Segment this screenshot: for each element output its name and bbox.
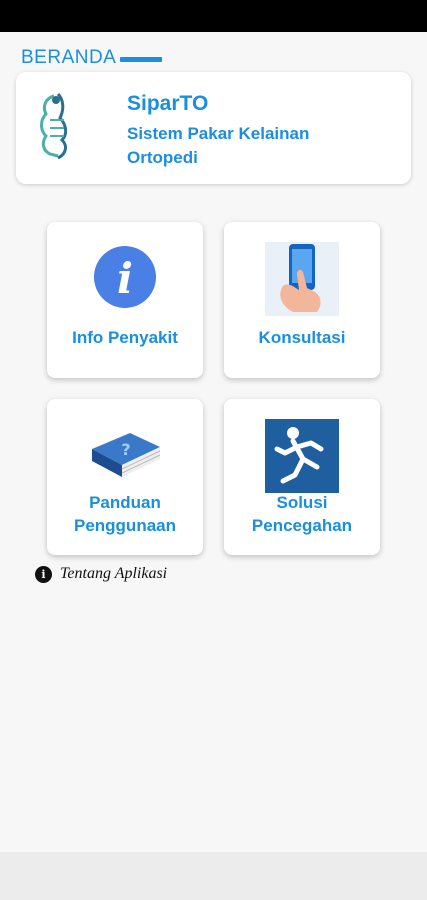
app-subtitle: Sistem Pakar Kelainan Ortopedi: [127, 124, 310, 167]
help-book-icon: ?: [92, 433, 161, 477]
phone-tap-icon: [265, 242, 339, 316]
solusi-pencegahan-label: Solusi Pencegahan: [251, 493, 353, 535]
panduan-penggunaan-tile[interactable]: ? Panduan Penggunaan: [47, 399, 203, 555]
navigation-bar: [0, 852, 427, 900]
about-app-link[interactable]: i Tentang Aplikasi: [35, 565, 167, 583]
section-title: BERANDA: [21, 47, 117, 68]
info-small-icon: i: [35, 565, 52, 583]
runner-anatomy-icon: [265, 419, 339, 493]
spine-logo-icon: [40, 92, 68, 160]
solusi-pencegahan-tile[interactable]: Solusi Pencegahan: [224, 399, 380, 555]
status-bar: [0, 0, 427, 32]
app-name: SiparTO: [127, 92, 209, 115]
info-penyakit-tile[interactable]: i Info Penyakit: [47, 222, 203, 378]
info-penyakit-label: Info Penyakit: [72, 328, 178, 347]
svg-text:?: ?: [121, 440, 130, 459]
info-icon: i: [94, 246, 156, 308]
section-underline: [120, 56, 163, 62]
konsultasi-label: Konsultasi: [258, 328, 346, 347]
about-app-label: Tentang Aplikasi: [60, 565, 168, 582]
section-header: BERANDA: [21, 47, 163, 69]
svg-text:i: i: [117, 254, 133, 303]
app-header-card: SiparTO Sistem Pakar Kelainan Ortopedi: [16, 72, 411, 184]
konsultasi-tile[interactable]: Konsultasi: [224, 222, 380, 378]
panduan-penggunaan-label: Panduan Penggunaan: [73, 493, 176, 535]
